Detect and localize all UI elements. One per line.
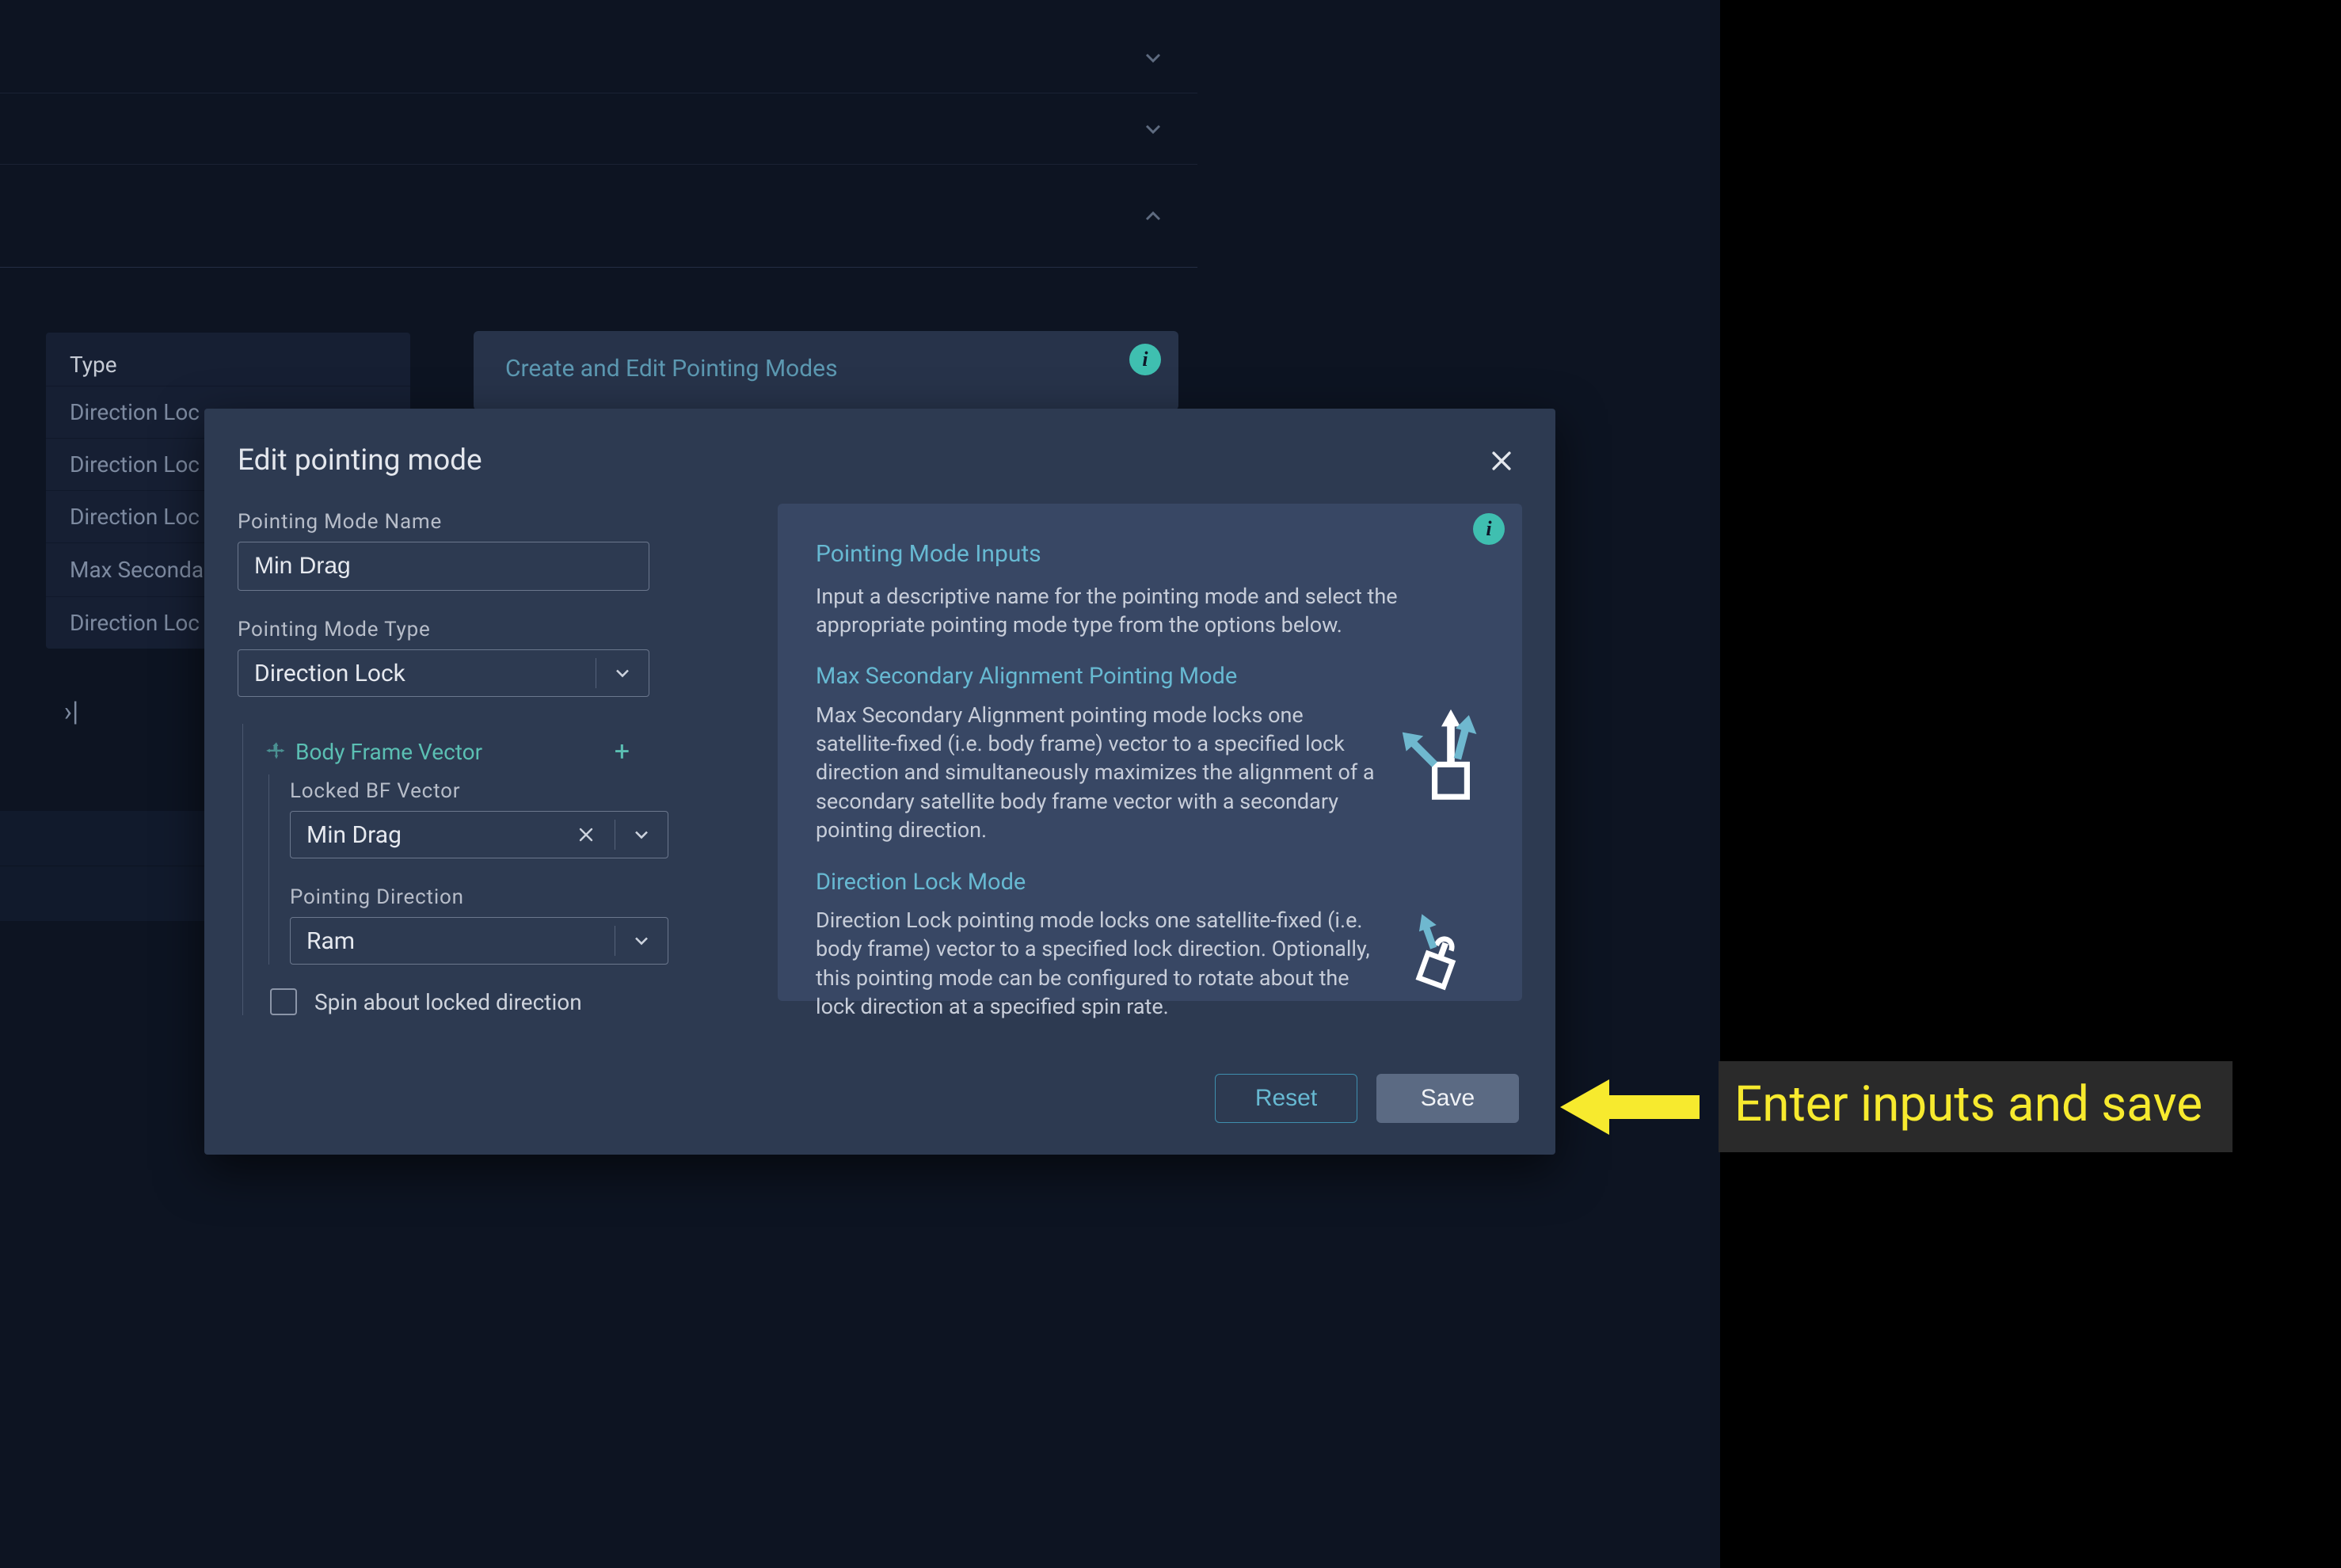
chevron-down-icon <box>1140 45 1166 70</box>
arrow-left-icon <box>1560 1075 1700 1140</box>
save-button[interactable]: Save <box>1376 1074 1519 1123</box>
spin-checkbox-label: Spin about locked direction <box>314 989 582 1015</box>
chevron-down-icon <box>615 812 668 858</box>
chevron-down-icon <box>596 650 649 696</box>
type-label: Pointing Mode Type <box>238 618 681 641</box>
chevron-down-icon <box>615 918 668 964</box>
close-icon <box>1488 447 1515 474</box>
info-icon[interactable]: i <box>1129 344 1161 375</box>
info-text: Direction Lock pointing mode locks one s… <box>816 906 1383 1022</box>
info-card: i Create and Edit Pointing Modes <box>474 331 1178 410</box>
pointing-direction-select[interactable]: Ram <box>290 917 668 965</box>
info-panel: i Pointing Mode Inputs Input a descripti… <box>778 504 1522 1001</box>
annotation-callout: Enter inputs and save <box>1560 1061 2233 1152</box>
name-label: Pointing Mode Name <box>238 510 681 534</box>
edit-pointing-mode-dialog: Edit pointing mode Pointing Mode Name Po… <box>204 409 1555 1155</box>
type-list-header: Type <box>46 333 410 386</box>
close-icon <box>577 825 596 844</box>
add-body-frame-vector-button[interactable]: + <box>615 738 630 765</box>
expand-handle-icon[interactable]: ›| <box>55 696 87 728</box>
body-frame-vector-header: Body Frame Vector <box>295 739 482 765</box>
direction-lock-icon <box>1397 911 1484 998</box>
vector-icon <box>265 740 287 763</box>
locked-bf-label: Locked BF Vector <box>290 779 681 803</box>
dialog-actions: Reset Save <box>1215 1074 1519 1123</box>
form-column: Pointing Mode Name Pointing Mode Type Di… <box>238 510 681 1015</box>
pointing-direction-label: Pointing Direction <box>290 885 681 909</box>
accordion-row-expanded[interactable] <box>0 165 1197 268</box>
reset-button[interactable]: Reset <box>1215 1074 1357 1123</box>
chevron-up-icon <box>1140 204 1166 229</box>
locked-bf-vector-select[interactable]: Min Drag <box>290 811 668 858</box>
spin-checkbox[interactable] <box>270 988 297 1015</box>
pointing-mode-type-select[interactable]: Direction Lock <box>238 649 649 697</box>
body-frame-vector-section: Body Frame Vector + Locked BF Vector Min… <box>242 724 681 1015</box>
info-subheading: Max Secondary Alignment Pointing Mode <box>816 661 1484 692</box>
dialog-title: Edit pointing mode <box>238 443 482 478</box>
annotation-text: Enter inputs and save <box>1719 1061 2233 1152</box>
info-subheading: Direction Lock Mode <box>816 867 1484 898</box>
select-value: Ram <box>306 927 355 955</box>
info-text: Max Secondary Alignment pointing mode lo… <box>816 701 1375 845</box>
max-secondary-alignment-icon <box>1389 706 1484 801</box>
info-card-title: Create and Edit Pointing Modes <box>505 355 1147 382</box>
select-value: Min Drag <box>306 821 402 849</box>
close-button[interactable] <box>1484 443 1519 478</box>
info-heading: Pointing Mode Inputs <box>816 539 1484 571</box>
info-text: Input a descriptive name for the pointin… <box>816 582 1484 640</box>
pointing-mode-name-input[interactable] <box>238 542 649 591</box>
chevron-down-icon <box>1140 116 1166 142</box>
accordion-row-collapsed-1[interactable] <box>0 22 1197 93</box>
clear-selection-button[interactable] <box>566 812 606 858</box>
select-value: Direction Lock <box>254 660 405 687</box>
accordion-row-collapsed-2[interactable] <box>0 93 1197 165</box>
info-icon[interactable]: i <box>1473 513 1505 545</box>
accordion-stack <box>0 22 1197 268</box>
